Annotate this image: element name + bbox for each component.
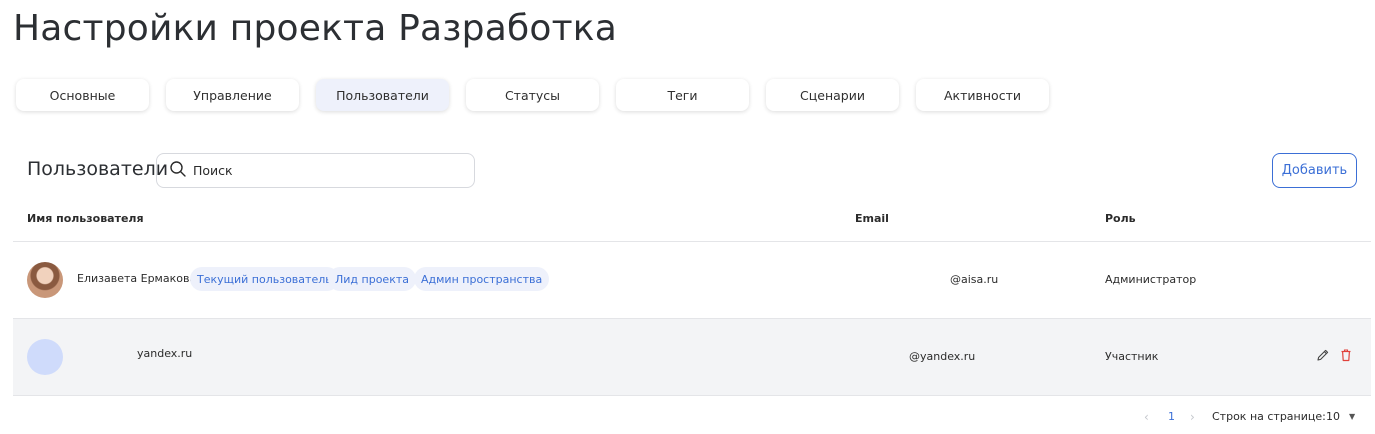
tab-management[interactable]: Управление: [166, 79, 299, 111]
search-input[interactable]: [193, 163, 453, 178]
search-box[interactable]: [156, 153, 475, 188]
edit-icon[interactable]: [1315, 347, 1331, 363]
row-divider: [13, 395, 1371, 396]
page-number[interactable]: 1: [1168, 410, 1175, 423]
avatar: [27, 262, 63, 298]
column-header-email[interactable]: Email: [855, 212, 889, 225]
column-header-name[interactable]: Имя пользователя: [27, 212, 144, 225]
section-title: Пользователи: [27, 158, 169, 180]
user-role: Участник: [1105, 350, 1159, 363]
trash-icon[interactable]: [1338, 347, 1354, 363]
settings-tabs: Основные Управление Пользователи Статусы…: [16, 79, 1066, 111]
avatar: [27, 339, 63, 375]
table-row[interactable]: yandex.ru @yandex.ru Участник: [13, 319, 1371, 395]
chevron-down-icon: ▼: [1349, 412, 1356, 421]
add-user-button[interactable]: Добавить: [1272, 153, 1357, 188]
chevron-left-icon[interactable]: ‹: [1144, 410, 1149, 424]
table-row[interactable]: Елизавета Ермакова Текущий пользователь …: [13, 242, 1371, 318]
tab-main[interactable]: Основные: [16, 79, 149, 111]
user-email: @aisa.ru: [950, 273, 999, 286]
rows-per-page-label: Строк на странице:: [1212, 410, 1326, 423]
rows-per-page-value: 10: [1326, 410, 1340, 423]
badge-current-user: Текущий пользователь: [190, 267, 339, 291]
search-icon: [169, 160, 187, 182]
column-header-role[interactable]: Роль: [1105, 212, 1136, 225]
badge-project-lead: Лид проекта: [328, 267, 416, 291]
tab-activities[interactable]: Активности: [916, 79, 1049, 111]
tab-users[interactable]: Пользователи: [316, 79, 449, 111]
user-name: yandex.ru: [137, 347, 193, 360]
user-name: Елизавета Ермакова: [77, 272, 197, 285]
user-role: Администратор: [1105, 273, 1197, 286]
tab-scenarios[interactable]: Сценарии: [766, 79, 899, 111]
chevron-right-icon[interactable]: ›: [1190, 410, 1195, 424]
user-email: @yandex.ru: [909, 350, 976, 363]
page-title: Настройки проекта Разработка: [13, 8, 617, 49]
rows-per-page-select[interactable]: 10 ▼: [1326, 410, 1355, 423]
badge-space-admin: Админ пространства: [414, 267, 550, 291]
tab-statuses[interactable]: Статусы: [466, 79, 599, 111]
tab-tags[interactable]: Теги: [616, 79, 749, 111]
